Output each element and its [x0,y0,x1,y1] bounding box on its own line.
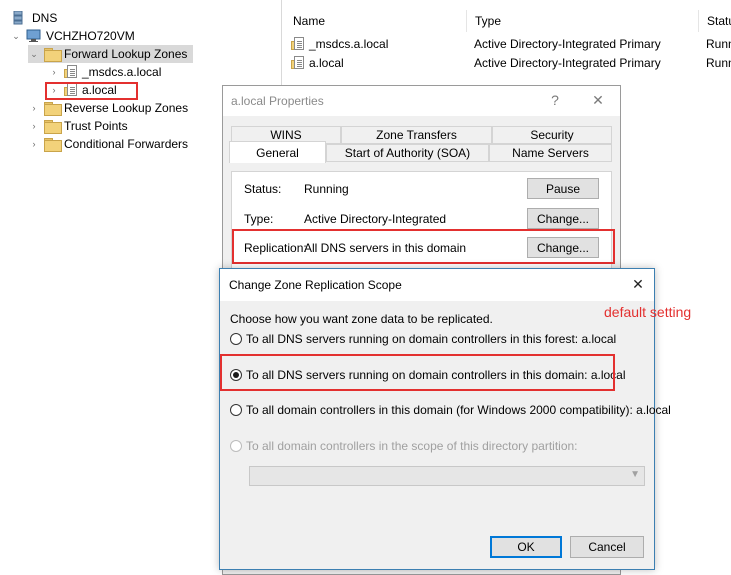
tab-name-servers[interactable]: Name Servers [489,144,612,162]
chevron-right-icon[interactable]: › [28,120,40,132]
list-item-type: Active Directory-Integrated Primary [474,55,661,70]
tree-label: Forward Lookup Zones [64,47,188,61]
properties-titlebar[interactable]: a.local Properties ? ✕ [223,86,620,116]
column-header-name[interactable]: Name [285,10,467,32]
close-icon[interactable]: ✕ [588,92,608,110]
cancel-button[interactable]: Cancel [570,536,644,558]
pause-button[interactable]: Pause [527,178,599,199]
column-header-label: Name [293,14,326,28]
folder-icon [44,120,62,134]
highlight-box-default-option [220,354,615,391]
list-item-status: Runn [706,55,731,70]
server-icon [26,29,42,43]
tree-label: _msdcs.a.local [82,65,162,79]
zone-file-icon [64,65,78,79]
scope-titlebar[interactable]: Change Zone Replication Scope ✕ [220,269,654,301]
dialog-title: a.local Properties [231,94,324,108]
type-label: Type: [244,212,274,226]
radio-button[interactable] [230,333,242,345]
tree-node-conditional-forwarders[interactable]: › Conditional Forwarders [28,135,188,153]
annotation-default-setting: default setting [604,304,692,320]
tree-node-forward-lookup-zones[interactable]: ⌄ Forward Lookup Zones [28,45,193,63]
dns-icon [12,10,28,25]
radio-label: To all domain controllers in this domain… [246,403,671,417]
column-header-status[interactable]: Statu [699,10,731,32]
scope-prompt: Choose how you want zone data to be repl… [230,312,493,326]
tab-zone-transfers[interactable]: Zone Transfers [341,126,492,144]
column-header-type[interactable]: Type [467,10,699,32]
tree-label: Reverse Lookup Zones [64,101,189,115]
radio-button-disabled [230,440,242,452]
tree-label: Conditional Forwarders [64,137,189,151]
tree-label: VCHZHO720VM [46,29,135,43]
tree-node-server[interactable]: ⌄ VCHZHO720VM [10,27,135,45]
highlight-box-a-local [45,82,138,100]
chevron-right-icon[interactable]: › [48,66,60,78]
tab-security[interactable]: Security [492,126,612,144]
change-type-button[interactable]: Change... [527,208,599,229]
list-item-name: a.local [309,55,344,70]
chevron-down-icon[interactable]: ⌄ [10,30,22,42]
tab-start-of-authority[interactable]: Start of Authority (SOA) [326,144,489,162]
list-item-status: Runn [706,36,731,51]
radio-directory-partition-option: To all domain controllers in the scope o… [230,439,578,453]
list-item-name: _msdcs.a.local [309,36,389,51]
column-header-label: Statu [707,14,731,28]
radio-windows2000-option[interactable]: To all domain controllers in this domain… [230,403,671,417]
list-item-type: Active Directory-Integrated Primary [474,36,661,51]
radio-button[interactable] [230,404,242,416]
chevron-down-icon: ▼ [630,469,640,480]
column-header-label: Type [475,14,502,28]
chevron-right-icon[interactable]: › [28,102,40,114]
status-value: Running [304,182,349,196]
close-icon[interactable]: ✕ [628,276,648,294]
tab-general[interactable]: General [229,141,326,163]
tree-node-trust-points[interactable]: › Trust Points [28,117,128,135]
radio-forest-option[interactable]: To all DNS servers running on domain con… [230,332,616,346]
list-item[interactable]: a.local [291,53,344,72]
folder-icon [44,48,62,62]
radio-label: To all domain controllers in the scope o… [246,439,578,453]
zone-file-icon [291,36,305,51]
zone-file-icon [291,55,305,70]
ok-button[interactable]: OK [490,536,562,558]
type-value: Active Directory-Integrated [304,212,447,226]
tree-label: Trust Points [64,119,128,133]
folder-icon [44,138,62,152]
highlight-box-replication [232,229,615,264]
help-icon[interactable]: ? [545,92,565,110]
chevron-right-icon[interactable]: › [28,138,40,150]
directory-partition-dropdown: ▼ [249,466,645,486]
folder-icon [44,102,62,116]
list-item[interactable]: _msdcs.a.local [291,34,481,53]
chevron-down-icon[interactable]: ⌄ [28,48,40,60]
tree-label: DNS [32,11,58,25]
status-label: Status: [244,182,282,196]
tree-node-reverse-lookup-zones[interactable]: › Reverse Lookup Zones [28,99,188,117]
replication-scope-dialog: Change Zone Replication Scope ✕ Choose h… [219,268,671,570]
dialog-title: Change Zone Replication Scope [229,278,402,292]
tree-node-msdcs[interactable]: › _msdcs.a.local [48,63,161,81]
radio-label: To all DNS servers running on domain con… [246,332,617,346]
tree-node-dns[interactable]: DNS [12,9,57,27]
